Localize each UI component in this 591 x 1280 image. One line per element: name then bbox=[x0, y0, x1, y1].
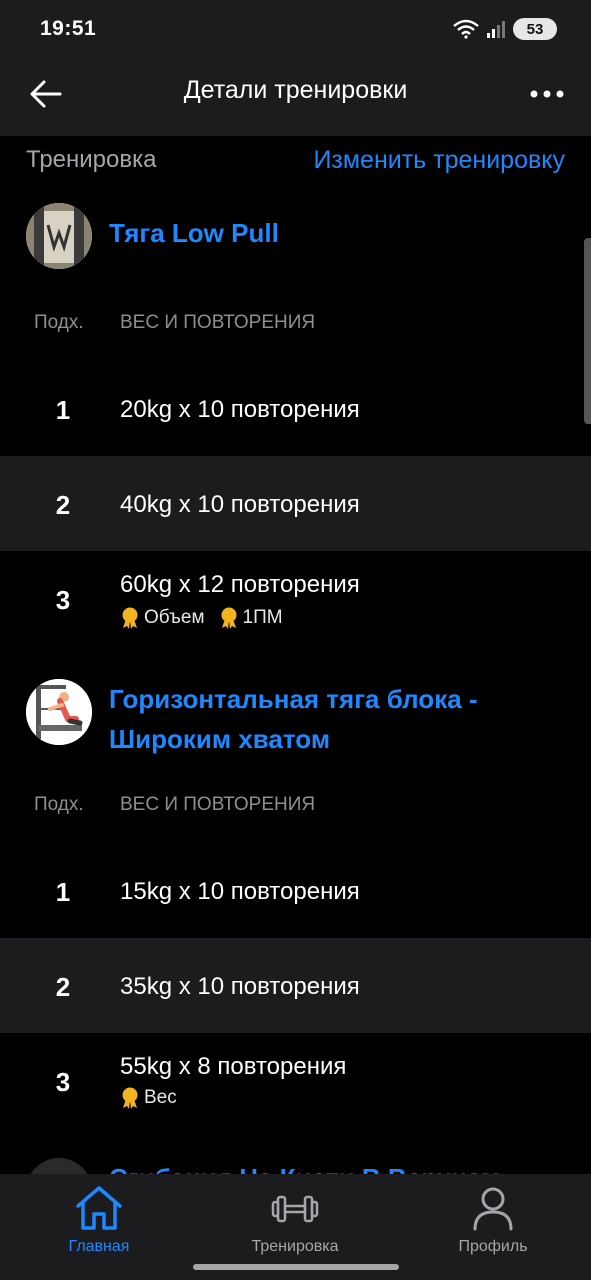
workout-details[interactable]: Тренировка Изменить тренировку Тяга Low … bbox=[0, 136, 591, 1174]
profile-icon bbox=[473, 1187, 513, 1231]
medal-icon bbox=[122, 607, 138, 629]
badge-label: Объем bbox=[144, 607, 205, 628]
medal-icon bbox=[122, 1087, 138, 1109]
nav-home-label: Главная bbox=[68, 1238, 130, 1255]
set-number: 1 bbox=[55, 395, 71, 425]
battery-indicator: 53 bbox=[513, 18, 557, 40]
section-header: Тренировка Изменить тренировку bbox=[26, 146, 565, 176]
set-number: 1 bbox=[55, 877, 71, 907]
set-number: 2 bbox=[55, 490, 71, 520]
section-label: Тренировка bbox=[26, 146, 157, 173]
signal-icon bbox=[487, 21, 505, 38]
home-icon bbox=[76, 1186, 122, 1230]
set-number: 2 bbox=[55, 972, 71, 1002]
app-bar: Детали тренировки bbox=[0, 60, 591, 136]
nav-workout[interactable]: Тренировка bbox=[220, 1184, 370, 1256]
exercise-name[interactable]: Сгибания На Кисти В Верхнем bbox=[109, 1158, 565, 1174]
home-indicator[interactable] bbox=[193, 1264, 399, 1270]
set-row[interactable]: 2 40kg x 10 повторения bbox=[0, 456, 591, 551]
set-value: 35kg x 10 повторения bbox=[120, 973, 360, 1000]
set-row[interactable]: 1 20kg x 10 повторения bbox=[0, 361, 591, 456]
record-badge: Объем bbox=[120, 607, 205, 629]
edit-workout-link[interactable]: Изменить тренировку bbox=[313, 146, 565, 175]
cable-machine-icon bbox=[26, 203, 92, 269]
exercise-thumbnail[interactable] bbox=[26, 1158, 92, 1174]
set-value: 60kg x 12 повторения bbox=[120, 571, 360, 598]
set-row[interactable]: 1 15kg x 10 повторения bbox=[0, 843, 591, 938]
record-badge: Вес bbox=[120, 1087, 177, 1109]
more-options-button[interactable] bbox=[525, 74, 569, 114]
col-set-label: Подх. bbox=[34, 794, 84, 815]
set-value: 40kg x 10 повторения bbox=[120, 491, 360, 518]
exercise-header[interactable]: Сгибания На Кисти В Верхнем bbox=[26, 1158, 565, 1174]
badge-label: 1ПМ bbox=[242, 607, 283, 628]
exercise-header[interactable]: Тяга Low Pull bbox=[26, 203, 565, 273]
set-value: 55kg x 8 повторения bbox=[120, 1053, 347, 1080]
medal-icon bbox=[221, 607, 237, 629]
col-set-label: Подх. bbox=[34, 312, 84, 333]
nav-profile-label: Профиль bbox=[458, 1238, 528, 1255]
set-number: 3 bbox=[55, 585, 71, 615]
badge-label: Вес bbox=[144, 1087, 177, 1108]
page-title: Детали тренировки bbox=[183, 76, 408, 104]
exercise-name[interactable]: Горизонтальная тяга блока - Широким хват… bbox=[109, 679, 565, 759]
set-row[interactable]: 3 55kg x 8 повторения Вес bbox=[0, 1033, 591, 1128]
nav-workout-label: Тренировка bbox=[251, 1238, 339, 1255]
col-weight-reps-label: ВЕС И ПОВТОРЕНИЯ bbox=[120, 312, 316, 333]
col-weight-reps-label: ВЕС И ПОВТОРЕНИЯ bbox=[120, 794, 316, 815]
dumbbell-icon bbox=[271, 1195, 319, 1223]
status-bar: 19:51 53 bbox=[0, 0, 591, 60]
record-badges: Вес bbox=[120, 1087, 177, 1109]
column-header: Подх. ВЕС И ПОВТОРЕНИЯ bbox=[0, 312, 591, 342]
set-value: 15kg x 10 повторения bbox=[120, 878, 360, 905]
column-header: Подх. ВЕС И ПОВТОРЕНИЯ bbox=[0, 794, 591, 824]
exercise-name[interactable]: Тяга Low Pull bbox=[109, 213, 565, 253]
exercise-thumbnail[interactable] bbox=[26, 679, 92, 745]
seated-row-icon bbox=[26, 679, 92, 745]
wifi-icon bbox=[453, 19, 479, 39]
exercise-header[interactable]: Горизонтальная тяга блока - Широким хват… bbox=[26, 679, 565, 769]
status-icons: 53 bbox=[453, 18, 557, 40]
record-badges: Объем 1ПМ bbox=[120, 607, 283, 629]
nav-profile[interactable]: Профиль bbox=[418, 1184, 568, 1256]
nav-home[interactable]: Главная bbox=[24, 1184, 174, 1256]
set-value: 20kg x 10 повторения bbox=[120, 396, 360, 423]
record-badge: 1ПМ bbox=[219, 607, 283, 629]
status-time: 19:51 bbox=[40, 17, 97, 40]
set-row[interactable]: 3 60kg x 12 повторения Объем 1ПМ bbox=[0, 551, 591, 646]
exercise-thumbnail[interactable] bbox=[26, 203, 92, 269]
more-horizontal-icon bbox=[530, 90, 564, 98]
set-number: 3 bbox=[55, 1067, 71, 1097]
set-row[interactable]: 2 35kg x 10 повторения bbox=[0, 938, 591, 1033]
